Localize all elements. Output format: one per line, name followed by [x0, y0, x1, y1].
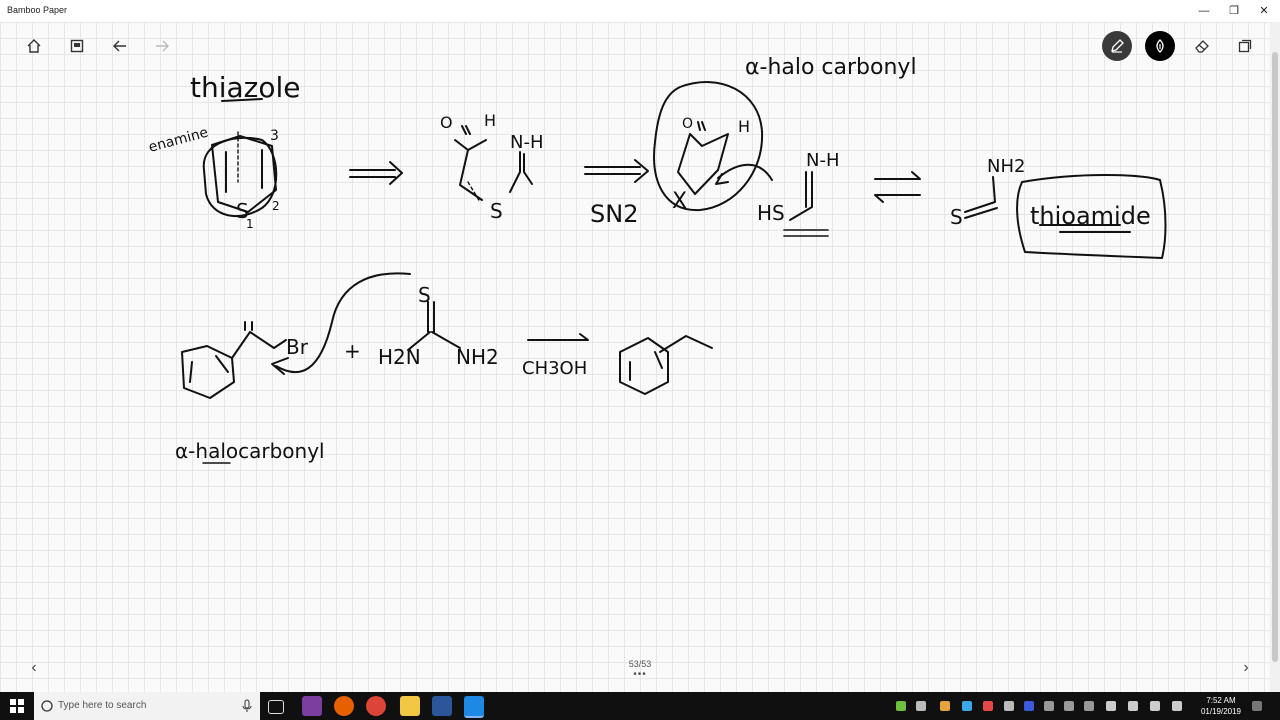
- label-frag3-HS: HS: [757, 201, 785, 225]
- chrome-icon[interactable]: [366, 696, 386, 716]
- tray-app-icon-3[interactable]: [962, 701, 972, 711]
- notifications-icon[interactable]: [1252, 701, 1262, 711]
- network-icon[interactable]: [1106, 701, 1116, 711]
- taskbar-app-purple-icon[interactable]: [302, 696, 322, 716]
- label-frag1-S: S: [490, 199, 503, 223]
- windows-logo-icon: [10, 699, 24, 713]
- label-alpha-halocarbonyl-top: α-halo carbonyl: [745, 55, 917, 80]
- bamboo-paper-taskbar-icon[interactable]: [464, 696, 484, 718]
- tray-app-icon-6[interactable]: [1044, 701, 1054, 711]
- previous-page-button[interactable]: ‹: [24, 658, 44, 678]
- clock-time: 7:52 AM: [1206, 696, 1236, 705]
- language-icon[interactable]: [1172, 701, 1182, 711]
- clock[interactable]: 7:52 AM 01/19/2019: [1196, 695, 1246, 717]
- search-icon: [41, 700, 53, 712]
- label-frag2-H: H: [738, 117, 750, 136]
- label-position-3: 3: [270, 128, 279, 144]
- firefox-icon[interactable]: [334, 696, 354, 716]
- label-thioamide-NH2: NH2: [987, 156, 1025, 177]
- taskbar: Type here to search 7:52 AM 01/19/2019: [0, 692, 1280, 720]
- label-solvent: CH3OH: [522, 358, 587, 379]
- label-frag1-O: O: [440, 113, 453, 132]
- word-icon[interactable]: [432, 696, 452, 716]
- tray-app-icon-7[interactable]: [1064, 701, 1074, 711]
- app-title: Bamboo Paper: [7, 5, 68, 15]
- clock-date: 01/19/2019: [1200, 707, 1242, 716]
- title-bar: Bamboo Paper — ❐ ✕: [0, 0, 1280, 22]
- tray-app-icon-8[interactable]: [1084, 701, 1094, 711]
- label-ring-S: S: [236, 199, 249, 223]
- tray-app-icon-2[interactable]: [940, 701, 950, 711]
- label-plus: +: [344, 339, 361, 363]
- tray-app-icon-5[interactable]: [1004, 701, 1014, 711]
- label-sn2: SN2: [590, 200, 638, 228]
- task-view-icon[interactable]: [268, 700, 284, 714]
- label-position-2: 2: [272, 199, 280, 213]
- tray-app-icon[interactable]: [896, 701, 906, 711]
- microphone-icon[interactable]: [242, 699, 252, 713]
- label-thiourea-S: S: [418, 283, 431, 307]
- file-explorer-icon[interactable]: [400, 696, 420, 716]
- label-alpha-halocarbonyl-bottom: α-halocarbonyl: [175, 439, 325, 463]
- ink-drawing: thiazole enamine 3 2 1 S O H N-H S SN2 α…: [147, 55, 1167, 464]
- label-thiazole: thiazole: [190, 71, 301, 104]
- label-frag2-O: O: [682, 116, 693, 132]
- label-frag2-X: X: [672, 189, 687, 214]
- label-H2N: H2N: [378, 345, 421, 369]
- scrollbar-thumb[interactable]: [1272, 52, 1278, 662]
- tray-printer-icon[interactable]: [916, 701, 926, 711]
- tray-app-icon-9[interactable]: [1150, 701, 1160, 711]
- label-frag3-NH: N-H: [806, 150, 840, 171]
- page-indicator: 53/53: [628, 659, 652, 669]
- label-frag1-H: H: [484, 111, 496, 130]
- label-enamine: enamine: [147, 125, 210, 156]
- label-NH2: NH2: [456, 345, 499, 369]
- page-menu-button[interactable]: •••: [610, 669, 670, 680]
- tray-app-icon-4[interactable]: [983, 701, 993, 711]
- next-page-button[interactable]: ›: [1236, 658, 1256, 678]
- label-thioamide-S: S: [950, 205, 963, 229]
- search-placeholder: Type here to search: [58, 700, 147, 711]
- label-frag1-NH: N-H: [510, 132, 544, 153]
- close-button[interactable]: ✕: [1246, 0, 1280, 22]
- label-Br: Br: [286, 335, 309, 359]
- tray-shield-icon[interactable]: [1024, 701, 1034, 711]
- label-thioamide: thioamide: [1030, 202, 1151, 230]
- start-button[interactable]: [0, 692, 34, 720]
- volume-icon[interactable]: [1128, 701, 1138, 711]
- search-box[interactable]: Type here to search: [34, 692, 260, 720]
